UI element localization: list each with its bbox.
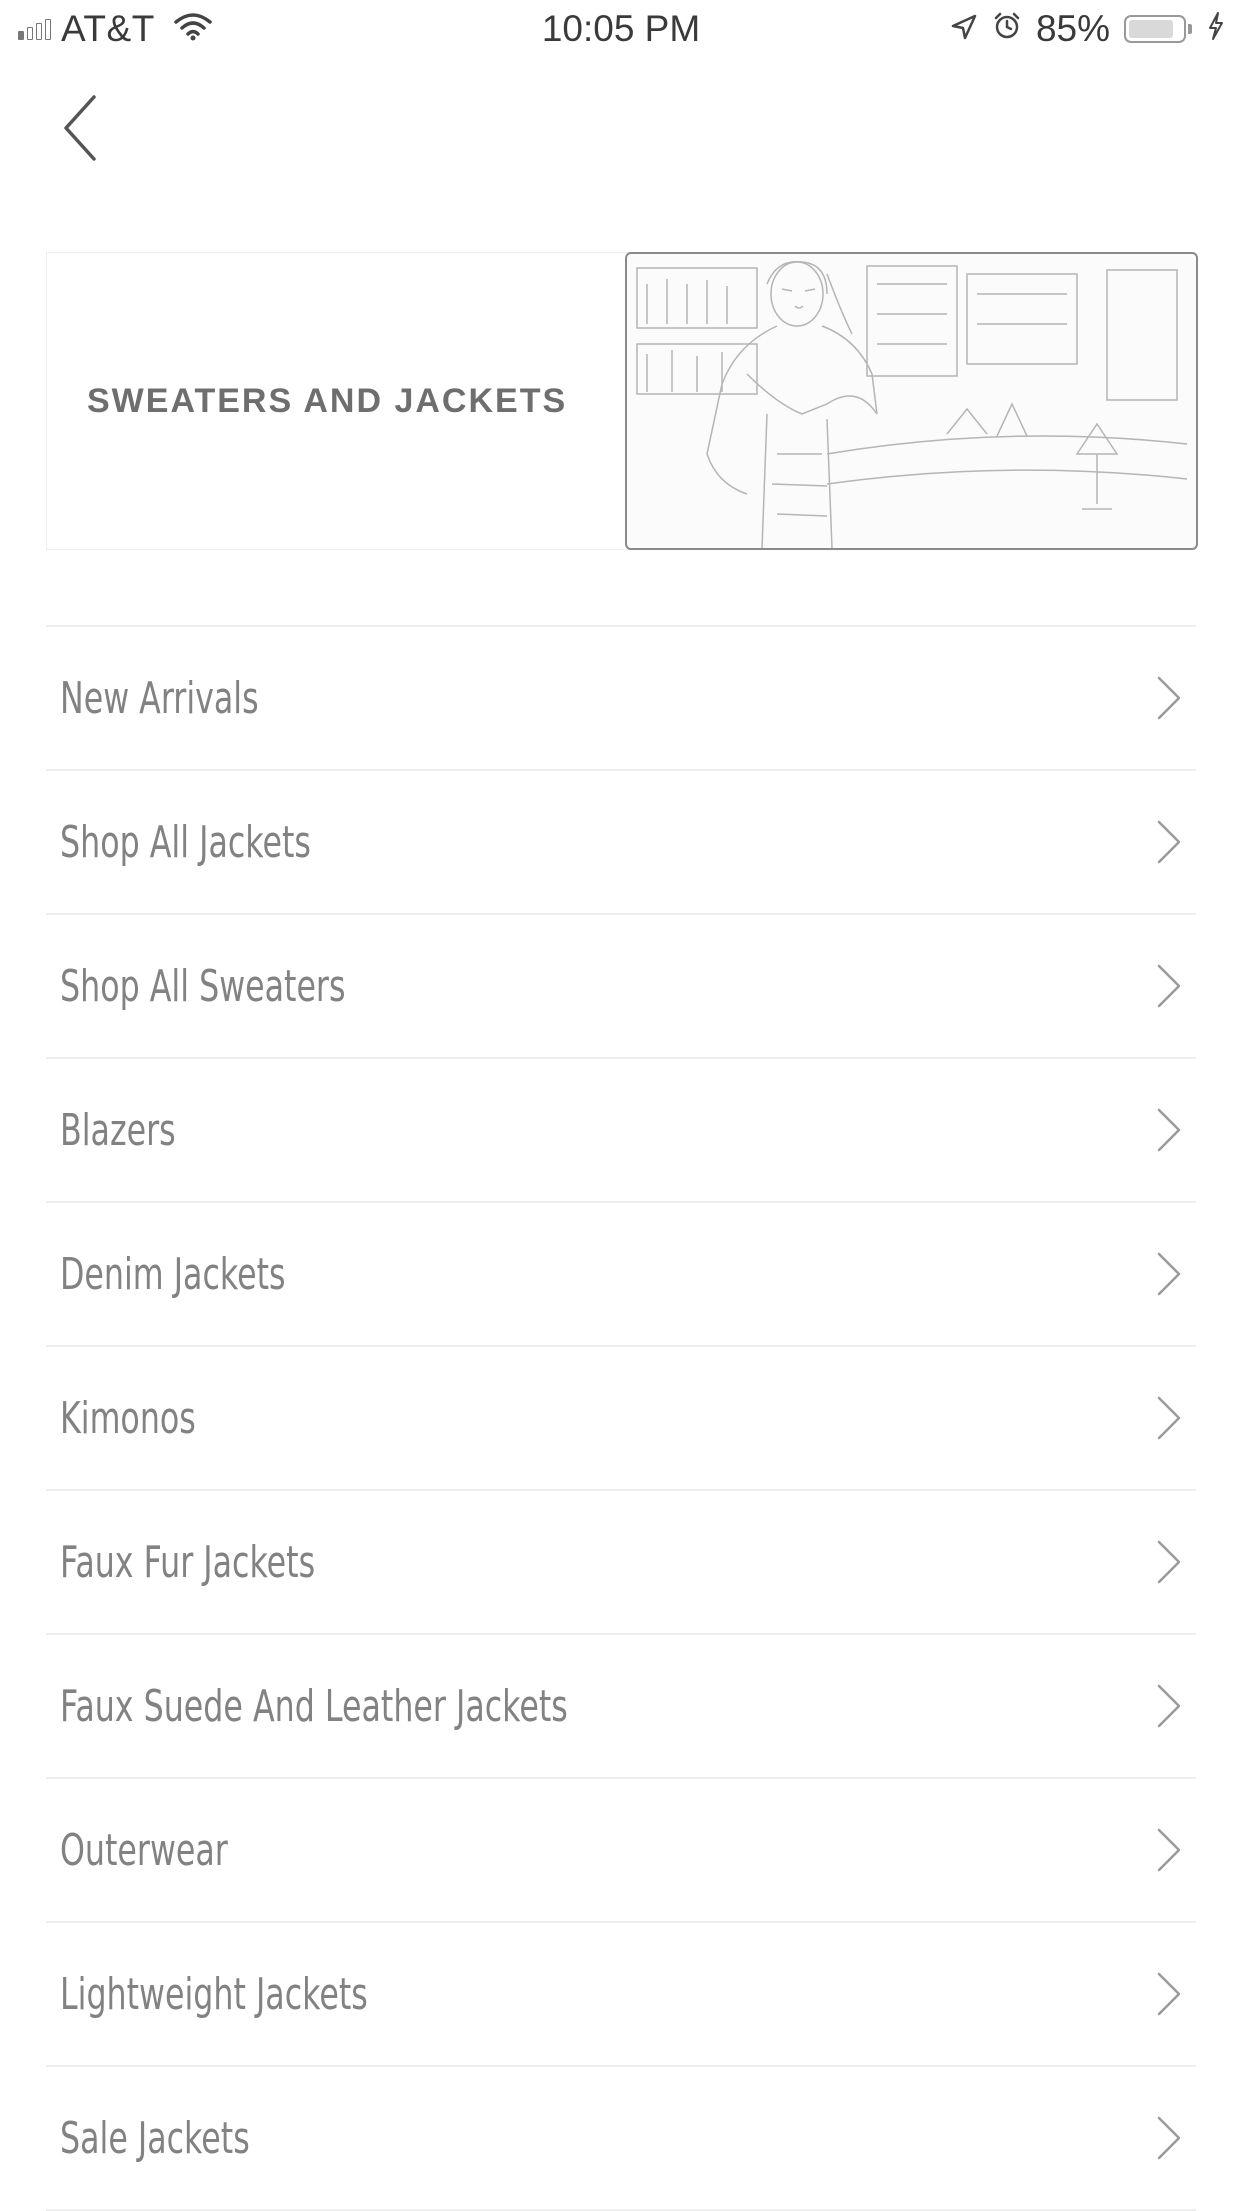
- chevron-right-icon: [1156, 675, 1182, 721]
- chevron-left-icon: [64, 95, 96, 161]
- charging-icon: [1206, 8, 1226, 50]
- menu-item-label: Outerwear: [60, 1824, 228, 1876]
- alarm-icon: [992, 8, 1022, 50]
- menu-item-faux-fur-jackets[interactable]: Faux Fur Jackets: [46, 1491, 1196, 1635]
- menu-item-label: Sale Jackets: [60, 2112, 250, 2164]
- menu-item-kimonos[interactable]: Kimonos: [46, 1347, 1196, 1491]
- chevron-right-icon: [1156, 1539, 1182, 1585]
- chevron-right-icon: [1156, 1683, 1182, 1729]
- status-bar: AT&T 10:05 PM 85%: [0, 0, 1242, 62]
- menu-item-label: Shop All Sweaters: [60, 960, 346, 1012]
- chevron-right-icon: [1156, 1107, 1182, 1153]
- model-in-jacket-photo: [636, 260, 1188, 548]
- banner-title: SWEATERS AND JACKETS: [87, 381, 568, 420]
- menu-item-label: Faux Suede And Leather Jackets: [60, 1680, 568, 1732]
- menu-item-label: Blazers: [60, 1104, 176, 1156]
- battery-tip: [1188, 24, 1192, 34]
- menu-item-new-arrivals[interactable]: New Arrivals: [46, 627, 1196, 771]
- category-menu: New Arrivals Shop All Jackets Shop All S…: [46, 625, 1196, 2211]
- location-icon: [950, 8, 978, 50]
- menu-item-faux-suede-and-leather-jackets[interactable]: Faux Suede And Leather Jackets: [46, 1635, 1196, 1779]
- menu-item-label: Kimonos: [60, 1392, 196, 1444]
- chevron-right-icon: [1156, 1395, 1182, 1441]
- battery-icon: [1124, 15, 1186, 43]
- menu-item-outerwear[interactable]: Outerwear: [46, 1779, 1196, 1923]
- chevron-right-icon: [1156, 1251, 1182, 1297]
- menu-item-label: Shop All Jackets: [60, 816, 311, 868]
- menu-item-label: Lightweight Jackets: [60, 1968, 368, 2020]
- menu-item-label: Denim Jackets: [60, 1248, 286, 1300]
- menu-item-shop-all-sweaters[interactable]: Shop All Sweaters: [46, 915, 1196, 1059]
- chevron-right-icon: [1156, 963, 1182, 1009]
- menu-item-label: Faux Fur Jackets: [60, 1536, 316, 1588]
- menu-item-denim-jackets[interactable]: Denim Jackets: [46, 1203, 1196, 1347]
- back-button[interactable]: [50, 88, 110, 168]
- banner-image: [625, 252, 1198, 550]
- menu-item-sale-jackets[interactable]: Sale Jackets: [46, 2067, 1196, 2211]
- chevron-right-icon: [1156, 1971, 1182, 2017]
- chevron-right-icon: [1156, 2115, 1182, 2161]
- chevron-right-icon: [1156, 819, 1182, 865]
- menu-item-shop-all-jackets[interactable]: Shop All Jackets: [46, 771, 1196, 915]
- chevron-right-icon: [1156, 1827, 1182, 1873]
- menu-item-blazers[interactable]: Blazers: [46, 1059, 1196, 1203]
- menu-item-lightweight-jackets[interactable]: Lightweight Jackets: [46, 1923, 1196, 2067]
- status-right: 85%: [950, 8, 1226, 50]
- category-banner[interactable]: SWEATERS AND JACKETS: [46, 252, 1198, 550]
- battery-percent: 85%: [1035, 8, 1110, 49]
- menu-item-label: New Arrivals: [60, 672, 259, 724]
